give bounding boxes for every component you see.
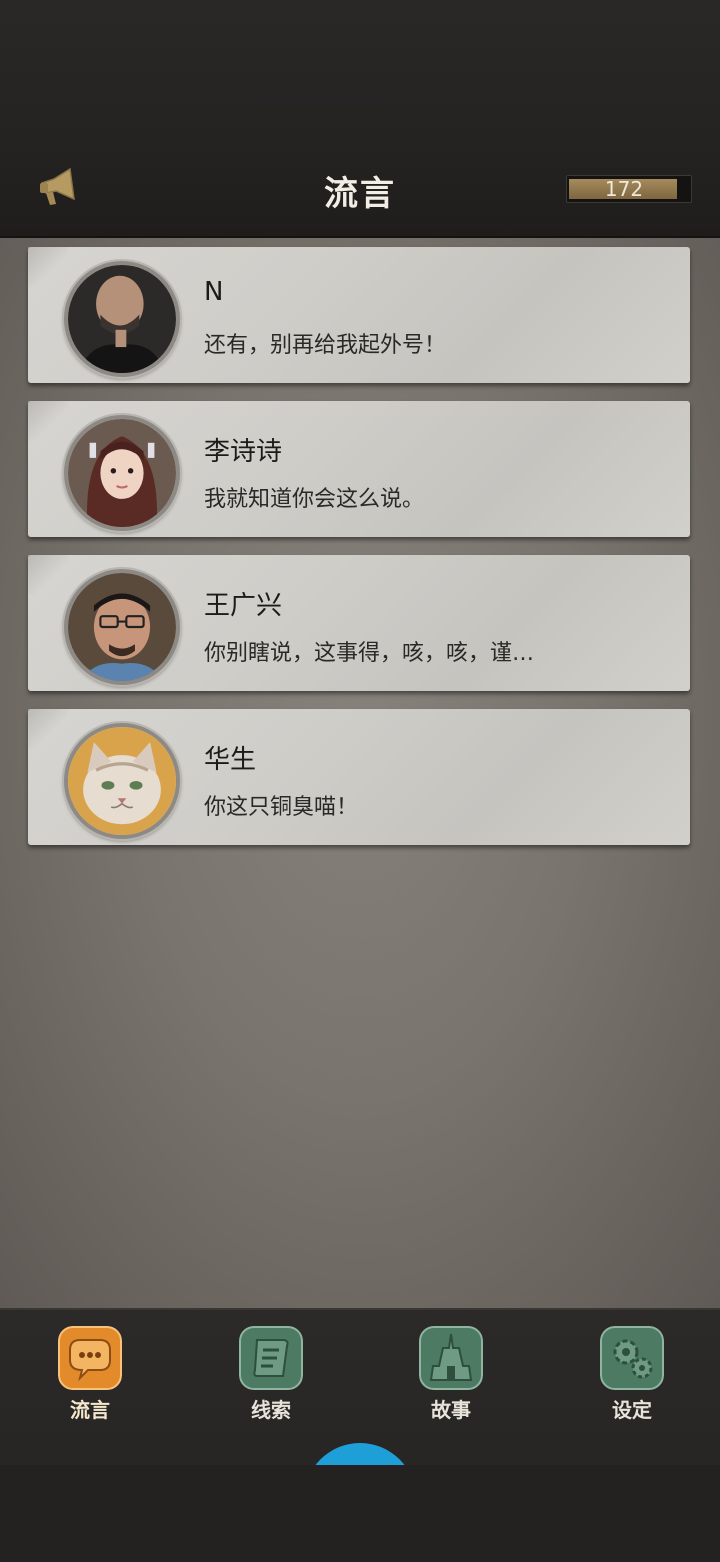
scroll-icon	[239, 1326, 303, 1390]
tab-rumors[interactable]: 流言	[30, 1326, 150, 1426]
temple-icon	[419, 1326, 483, 1390]
rumor-message: 你这只铜臭喵！	[204, 795, 359, 820]
gear-icon	[600, 1326, 664, 1390]
tab-story[interactable]: 故事	[391, 1326, 511, 1426]
rumor-sender-name: 李诗诗	[204, 437, 283, 467]
currency-counter: 172	[566, 175, 692, 203]
tab-label: 设定	[612, 1398, 652, 1422]
woman-portrait-avatar	[64, 415, 180, 531]
tab-settings[interactable]: 设定	[572, 1326, 692, 1426]
tab-label: 故事	[431, 1398, 471, 1422]
rumor-sender-name: N	[204, 277, 224, 307]
rumor-message: 还有，别再给我起外号！	[204, 333, 447, 358]
top-bar: 流言 172	[0, 0, 720, 238]
rumor-sender-name: 华生	[204, 745, 257, 775]
rumor-card[interactable]: 王广兴 你别瞎说，这事得，咳，咳，谨…	[28, 555, 690, 691]
rumor-card[interactable]: 李诗诗 我就知道你会这么说。	[28, 401, 690, 537]
rumor-list-area: N 还有，别再给我起外号！ 李诗诗 我就知道你会这么说。 王广兴 你别瞎说，这事…	[0, 238, 720, 1308]
rumor-message: 我就知道你会这么说。	[204, 487, 425, 512]
rumor-message: 你别瞎说，这事得，咳，咳，谨…	[204, 641, 535, 666]
counter-value: 172	[604, 177, 644, 201]
rumor-card[interactable]: 华生 你这只铜臭喵！	[28, 709, 690, 845]
bottom-nav: 流言 线索 故事 设定	[0, 1308, 720, 1562]
tab-clues[interactable]: 线索	[211, 1326, 331, 1426]
tab-label: 线索	[251, 1398, 291, 1422]
chat-bubble-icon	[58, 1326, 122, 1390]
cat-avatar	[64, 723, 180, 839]
tab-label: 流言	[70, 1398, 110, 1422]
man-portrait-avatar	[64, 261, 180, 377]
bottom-strip	[0, 1465, 720, 1562]
rumor-sender-name: 王广兴	[204, 591, 283, 621]
man-glasses-avatar	[64, 569, 180, 685]
rumor-card[interactable]: N 还有，别再给我起外号！	[28, 247, 690, 383]
